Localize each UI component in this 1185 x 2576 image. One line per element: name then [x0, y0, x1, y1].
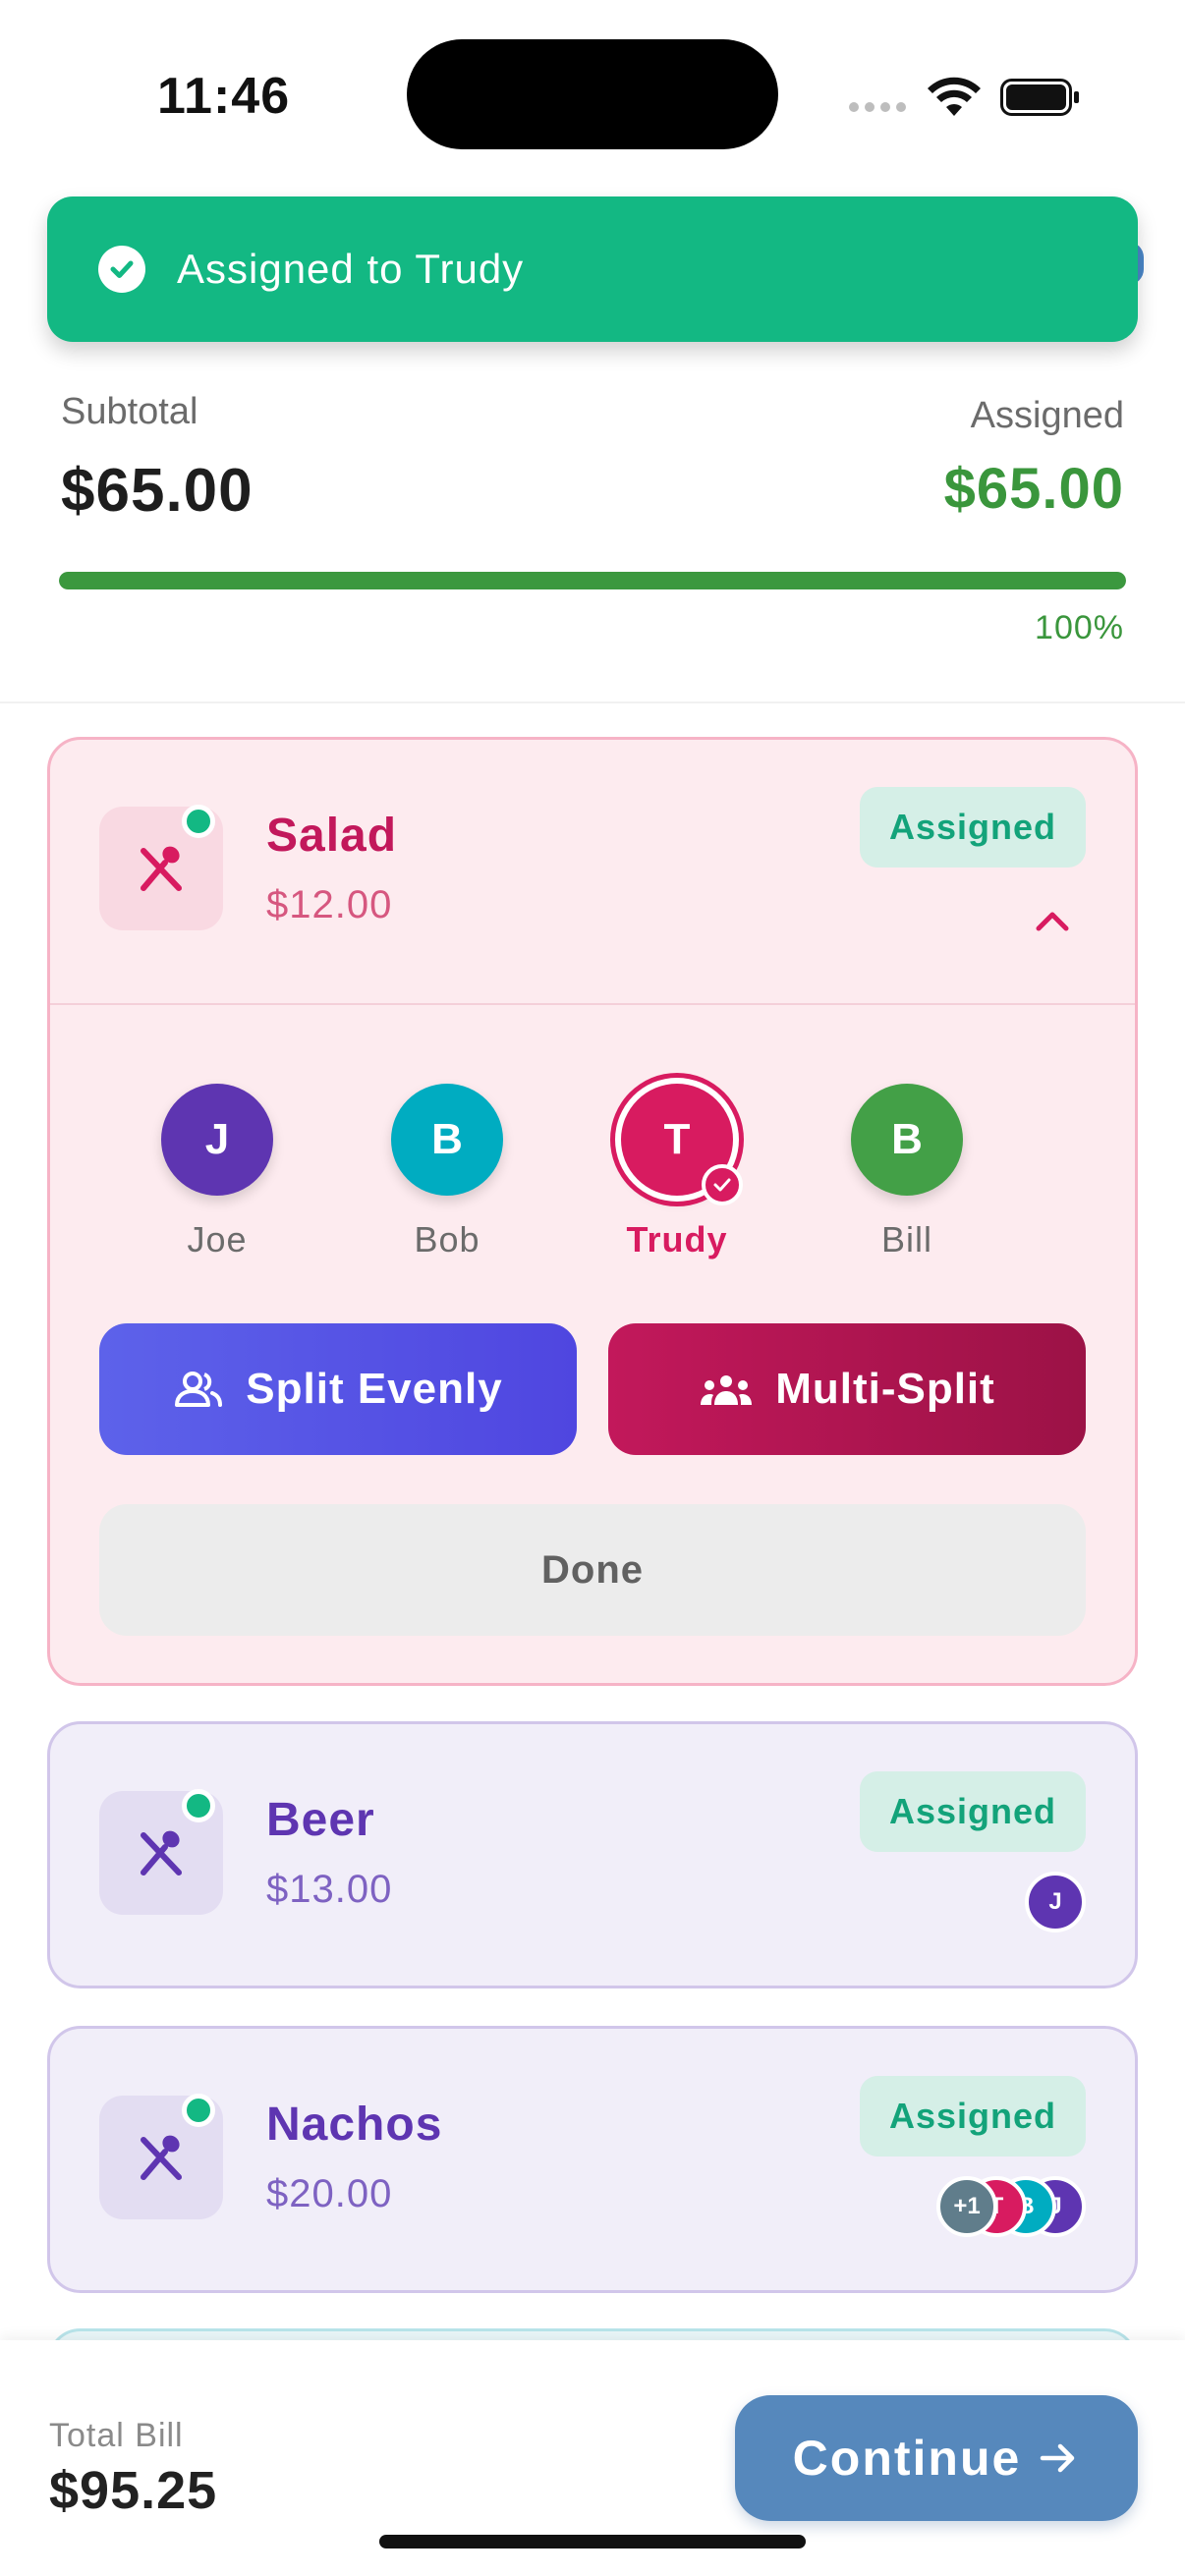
split-evenly-label: Split Evenly [246, 1365, 503, 1413]
card-divider [50, 1003, 1135, 1005]
status-dot [182, 2094, 215, 2127]
check-circle-icon [98, 246, 145, 293]
people-selector: J Joe B Bob T Trudy B Bill [50, 1084, 1135, 1280]
multi-split-label: Multi-Split [775, 1365, 995, 1413]
assigned-progress-bar [59, 572, 1126, 589]
item-card-nachos[interactable]: Nachos $20.00 Assigned J B T +1 [47, 2026, 1138, 2293]
subtotal-label: Subtotal [61, 391, 198, 432]
assigned-badge: Assigned [860, 2076, 1086, 2156]
status-dot [182, 805, 215, 838]
assignee-avatar: J [1025, 1872, 1086, 1932]
continue-label: Continue [792, 2431, 1022, 2486]
item-price: $12.00 [266, 883, 393, 926]
item-name: Beer [266, 1794, 375, 1846]
status-bar: 11:46 [0, 0, 1185, 187]
item-card-beer[interactable]: Beer $13.00 Assigned J [47, 1721, 1138, 1988]
assigned-label: Assigned [970, 395, 1124, 436]
assigned-badge: Assigned [860, 1771, 1086, 1852]
continue-button[interactable]: Continue [735, 2395, 1138, 2521]
status-time: 11:46 [157, 68, 291, 125]
avatar-selected: T [621, 1084, 743, 1205]
home-indicator [379, 2535, 806, 2548]
assigned-badge: Assigned [860, 787, 1086, 868]
progress-percent: 100% [1035, 609, 1124, 646]
utensils-icon [99, 2094, 223, 2219]
total-bill-label: Total Bill [49, 2417, 184, 2454]
utensils-icon [99, 805, 223, 930]
person-name: Bob [414, 1219, 480, 1260]
item-price: $13.00 [266, 1868, 393, 1911]
toast-message: Assigned to Trudy [177, 246, 525, 292]
person-joe[interactable]: J Joe [129, 1084, 306, 1260]
utensils-icon [99, 1789, 223, 1915]
multi-split-button[interactable]: Multi-Split [608, 1323, 1086, 1455]
groups-icon [701, 1375, 753, 1405]
progress-fill [59, 572, 1126, 589]
person-name: Trudy [626, 1219, 728, 1260]
split-evenly-button[interactable]: Split Evenly [99, 1323, 577, 1455]
check-icon [702, 1164, 743, 1205]
dynamic-island [407, 39, 778, 149]
assignee-overflow-count: +1 [936, 2176, 997, 2237]
subtotal-value: $65.00 [61, 457, 254, 525]
done-button[interactable]: Done [99, 1504, 1086, 1636]
person-bill[interactable]: B Bill [818, 1084, 995, 1260]
status-dot [182, 1789, 215, 1822]
person-trudy[interactable]: T Trudy [589, 1084, 765, 1260]
person-name: Joe [187, 1219, 248, 1260]
people-icon [175, 1372, 223, 1407]
cellular-signal-icon [849, 102, 906, 112]
avatar: B [851, 1084, 963, 1196]
person-bob[interactable]: B Bob [359, 1084, 536, 1260]
person-name: Bill [880, 1219, 932, 1260]
success-toast: Assigned to Trudy [47, 196, 1138, 342]
avatar: J [161, 1084, 273, 1196]
item-name: Salad [266, 810, 398, 862]
item-card-salad[interactable]: Salad $12.00 Assigned J Joe B Bob T Trud… [47, 737, 1138, 1686]
bill-summary: Subtotal $65.00 Assigned $65.00 100% [0, 334, 1185, 703]
item-name: Nachos [266, 2099, 443, 2151]
battery-icon [1000, 79, 1079, 116]
chevron-up-icon[interactable] [1033, 907, 1072, 934]
total-bill-value: $95.25 [49, 2461, 218, 2520]
avatar-initial: T [663, 1115, 691, 1163]
avatar: B [391, 1084, 503, 1196]
wifi-icon [928, 77, 981, 116]
assigned-value: $65.00 [943, 457, 1124, 521]
arrow-right-icon [1041, 2443, 1075, 2473]
item-price: $20.00 [266, 2172, 393, 2215]
